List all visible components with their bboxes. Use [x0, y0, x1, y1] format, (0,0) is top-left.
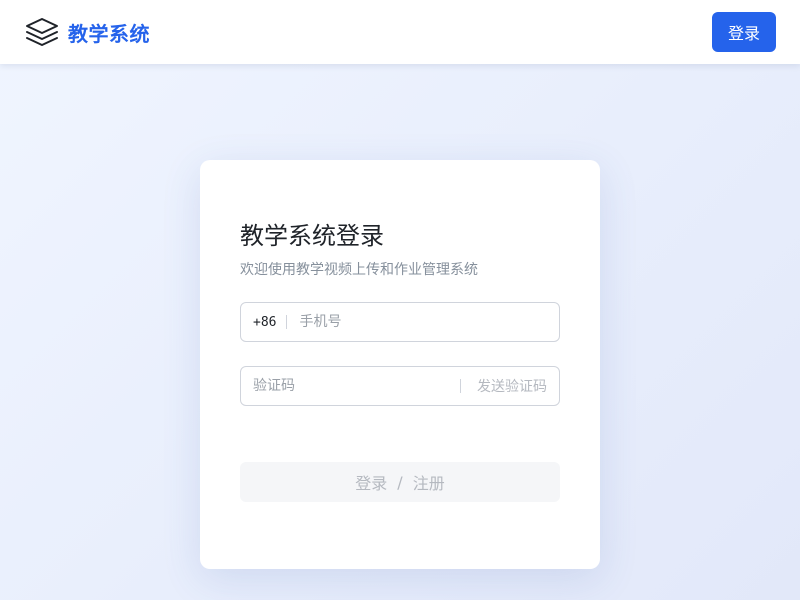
send-code-button[interactable]: 发送验证码	[461, 376, 559, 396]
verification-code-input[interactable]	[241, 367, 460, 405]
phone-input[interactable]	[287, 303, 559, 341]
brand[interactable]: 教学系统	[24, 16, 150, 48]
top-header: 教学系统 登录	[0, 0, 800, 64]
submit-login-label: 登录	[355, 474, 388, 493]
header-login-button[interactable]: 登录	[712, 12, 776, 52]
submit-register-label: 注册	[412, 474, 445, 493]
login-card: 教学系统登录 欢迎使用教学视频上传和作业管理系统 +86 发送验证码 登录 / …	[200, 160, 600, 569]
submit-separator: /	[397, 472, 403, 492]
stacked-layers-icon	[26, 18, 58, 46]
login-register-button[interactable]: 登录 / 注册	[240, 462, 560, 502]
brand-name: 教学系统	[68, 21, 150, 46]
verification-code-field: 发送验证码	[240, 366, 560, 406]
login-title: 教学系统登录	[240, 222, 384, 250]
phone-field: +86	[240, 302, 560, 342]
country-code-prefix[interactable]: +86	[241, 315, 286, 330]
login-subtitle: 欢迎使用教学视频上传和作业管理系统	[240, 262, 478, 278]
